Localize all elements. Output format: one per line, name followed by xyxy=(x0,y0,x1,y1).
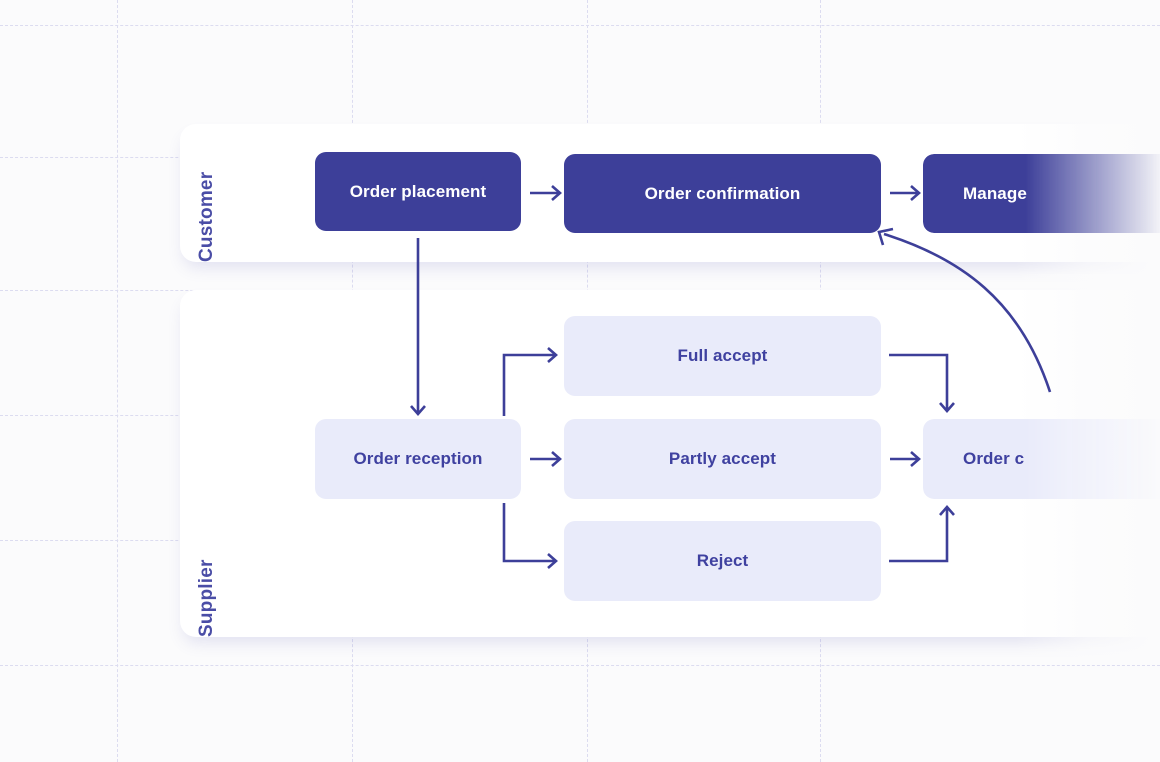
node-label: Reject xyxy=(696,551,749,570)
node-manage[interactable]: Manage xyxy=(923,154,1160,233)
node-label: Full accept xyxy=(677,346,768,365)
node-order-confirmation[interactable]: Order confirmation xyxy=(564,154,881,233)
node-label: Partly accept xyxy=(668,449,777,468)
node-partly-accept[interactable]: Partly accept xyxy=(564,419,881,499)
node-label: Order reception xyxy=(353,449,483,468)
node-label: Order c xyxy=(963,449,1025,468)
node-label: Manage xyxy=(963,183,1027,203)
node-label: Order placement xyxy=(349,181,487,201)
lane-label-supplier: Supplier xyxy=(196,559,217,637)
lane-label-customer: Customer xyxy=(196,171,217,262)
node-reject[interactable]: Reject xyxy=(564,521,881,601)
grid-line-horizontal xyxy=(0,25,1160,26)
diagram-canvas: Customer Order placement Order confirmat… xyxy=(0,0,1160,762)
node-order-c[interactable]: Order c xyxy=(923,419,1160,499)
node-order-reception[interactable]: Order reception xyxy=(315,419,521,499)
grid-line-vertical xyxy=(117,0,118,762)
node-full-accept[interactable]: Full accept xyxy=(564,316,881,396)
node-order-placement[interactable]: Order placement xyxy=(315,152,521,231)
grid-line-horizontal xyxy=(0,665,1160,666)
node-label: Order confirmation xyxy=(644,183,801,203)
